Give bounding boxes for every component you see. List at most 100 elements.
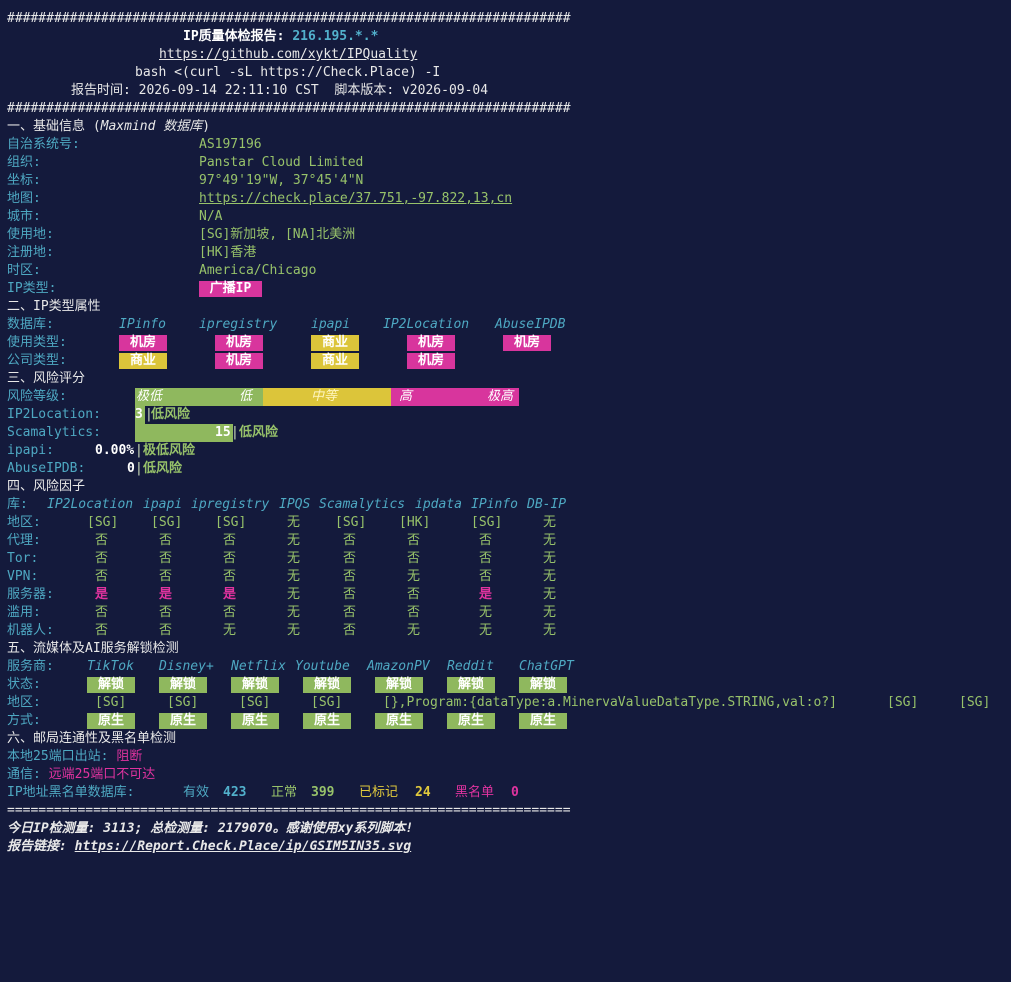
footer-stats: 今日IP检测量: 3113; 总检测量: 2179070。感谢使用xy系列脚本! xyxy=(7,821,414,836)
factor-value: 是 xyxy=(479,587,493,602)
iptype-usage-row: 使用类型: 机房 机房 商业 机房 机房 xyxy=(0,334,1011,352)
streaming-status-row: 状态: 解锁 解锁 解锁 解锁 解锁 解锁 解锁 xyxy=(0,676,1011,694)
factor-row: VPN: 否 否 否 无 否 无 否 无 xyxy=(0,568,1011,586)
eq-divider: ========================================… xyxy=(7,803,571,818)
factor-label: 滥用: xyxy=(7,605,41,620)
blacklist-count: 0 xyxy=(511,785,519,800)
factor-value: 无 xyxy=(223,623,237,638)
factor-value: 无 xyxy=(287,515,301,530)
factor-label: Tor: xyxy=(7,551,39,566)
factor-value: 否 xyxy=(479,551,493,566)
factor-value: [HK] xyxy=(399,515,431,530)
title-ip: 216.195.*.* xyxy=(292,29,379,44)
factor-label: 机器人: xyxy=(7,623,54,638)
factor-value: 无 xyxy=(407,569,421,584)
normal-count: 399 xyxy=(311,785,335,800)
factor-value: 否 xyxy=(223,551,237,566)
factor-value: 无 xyxy=(543,515,557,530)
factors-header-row: 库: IP2Location ipapi ipregistry IPQS Sca… xyxy=(7,497,567,512)
mail-blacklist-row: IP地址黑名单数据库: 有效 423 正常 399 已标记 24 黑名单 0 xyxy=(7,785,519,800)
unlock-badge: 解锁 xyxy=(231,677,279,693)
hash-divider-bottom: ########################################… xyxy=(7,101,571,116)
factor-value: [SG] xyxy=(215,515,247,530)
native-badge: 原生 xyxy=(87,713,135,729)
factor-value: 否 xyxy=(479,569,493,584)
factor-value: 否 xyxy=(95,569,109,584)
factor-row: 代理: 否 否 否 无 否 否 否 无 xyxy=(0,532,1011,550)
section-risk-heading: 三、风险评分 xyxy=(7,371,86,386)
basic-row-map: 地图: https://check.place/37.751,-97.822,13… xyxy=(7,190,513,208)
factor-value: [SG] xyxy=(471,515,503,530)
repo-link[interactable]: https://github.com/xykt/IPQuality xyxy=(159,46,417,64)
streaming-method-row: 方式: 原生 原生 原生 原生 原生 原生 原生 xyxy=(0,712,1011,730)
factor-value: 否 xyxy=(407,551,421,566)
risk-row-abuseipdb: AbuseIPDB: 0 | 低风险 xyxy=(7,461,183,476)
risk-row-scamalytics: Scamalytics: 15 | 低风险 xyxy=(7,424,279,442)
factor-value: 否 xyxy=(95,623,109,638)
hash-divider-top: ########################################… xyxy=(7,11,571,26)
ip-type-badge: 广播IP xyxy=(199,281,262,297)
basic-row-asn: 自治系统号: AS197196 xyxy=(7,137,262,152)
factor-value: 无 xyxy=(543,605,557,620)
native-badge: 原生 xyxy=(303,713,351,729)
unlock-badge: 解锁 xyxy=(447,677,495,693)
factor-value: 无 xyxy=(479,623,493,638)
factor-value: 否 xyxy=(343,551,357,566)
factor-row: Tor: 否 否 否 无 否 否 否 无 xyxy=(0,550,1011,568)
basic-row-iptype: IP类型: 广播IP xyxy=(0,280,1011,298)
basic-row-timezone: 时区: America/Chicago xyxy=(7,263,317,278)
basic-row-coords: 坐标: 97°49'19"W, 37°45'4"N xyxy=(7,173,364,188)
unlock-badge: 解锁 xyxy=(87,677,135,693)
unlock-badge: 解锁 xyxy=(375,677,423,693)
factor-value: 否 xyxy=(479,533,493,548)
report-link[interactable]: https://Report.Check.Place/ip/GSIM5IN35.… xyxy=(75,839,412,854)
valid-count: 423 xyxy=(223,785,247,800)
risk-row-ipapi: ipapi: 0.00% | 极低风险 xyxy=(7,443,196,458)
factor-value: 否 xyxy=(159,605,173,620)
section-basic-heading: 一、基础信息 (Maxmind 数据库) xyxy=(7,119,211,134)
command-line: bash <(curl -sL https://Check.Place) -I xyxy=(135,65,441,80)
native-badge: 原生 xyxy=(375,713,423,729)
section-iptype-heading: 二、IP类型属性 xyxy=(7,299,101,314)
basic-row-registry: 注册地: [HK]香港 xyxy=(7,245,257,260)
factor-row: 服务器: 是 是 是 无 否 否 是 无 xyxy=(0,586,1011,604)
factor-label: 服务器: xyxy=(7,587,54,602)
factor-value: 无 xyxy=(407,623,421,638)
company-badge: 机房 xyxy=(215,353,263,369)
report-meta: 报告时间: 2026-09-14 22:11:10 CST 脚本版本: v202… xyxy=(71,83,489,98)
factor-row: 滥用: 否 否 否 无 否 否 无 无 xyxy=(0,604,1011,622)
factor-value: [SG] xyxy=(151,515,183,530)
factor-value: 否 xyxy=(95,533,109,548)
conn-status: 远端25端口不可达 xyxy=(48,767,156,782)
map-link[interactable]: https://check.place/37.751,-97.822,13,cn xyxy=(199,190,512,208)
report-title: IP质量体检报告: 216.195.*.* xyxy=(183,29,379,44)
native-badge: 原生 xyxy=(159,713,207,729)
factor-value: 否 xyxy=(95,605,109,620)
iptype-db-row: 数据库: IPinfo ipregistry ipapi IP2Location… xyxy=(7,317,566,332)
factor-value: 无 xyxy=(543,551,557,566)
usage-badge: 机房 xyxy=(407,335,455,351)
section-streaming-heading: 五、流媒体及AI服务解锁检测 xyxy=(7,641,179,656)
company-badge: 商业 xyxy=(119,353,167,369)
native-badge: 原生 xyxy=(447,713,495,729)
factor-value: 否 xyxy=(223,533,237,548)
streaming-provider-row: 服务商: TikTok Disney+ Netflix Youtube Amaz… xyxy=(7,659,574,674)
factor-value: 否 xyxy=(223,569,237,584)
factor-value: 无 xyxy=(543,623,557,638)
factor-value: 无 xyxy=(287,533,301,548)
factor-row: 机器人: 否 否 无 无 否 无 无 无 xyxy=(0,622,1011,640)
native-badge: 原生 xyxy=(231,713,279,729)
factor-value: 否 xyxy=(159,569,173,584)
factor-value: 无 xyxy=(543,569,557,584)
factor-value: 无 xyxy=(287,551,301,566)
mail-port-row: 本地25端口出站: 阻断 xyxy=(7,749,143,764)
footer-link-row: 报告链接: https://Report.Check.Place/ip/GSIM… xyxy=(7,839,412,854)
usage-badge: 机房 xyxy=(119,335,167,351)
basic-row-org: 组织: Panstar Cloud Limited xyxy=(7,155,364,170)
factor-row: 地区: [SG] [SG] [SG] 无 [SG] [HK] [SG] 无 xyxy=(0,514,1011,532)
usage-badge: 机房 xyxy=(503,335,551,351)
factor-value: [SG] xyxy=(87,515,119,530)
native-badge: 原生 xyxy=(519,713,567,729)
streaming-region-row: 地区: [SG] [SG] [SG] [SG] [},Program:{data… xyxy=(7,695,991,710)
factor-value: 是 xyxy=(223,587,237,602)
